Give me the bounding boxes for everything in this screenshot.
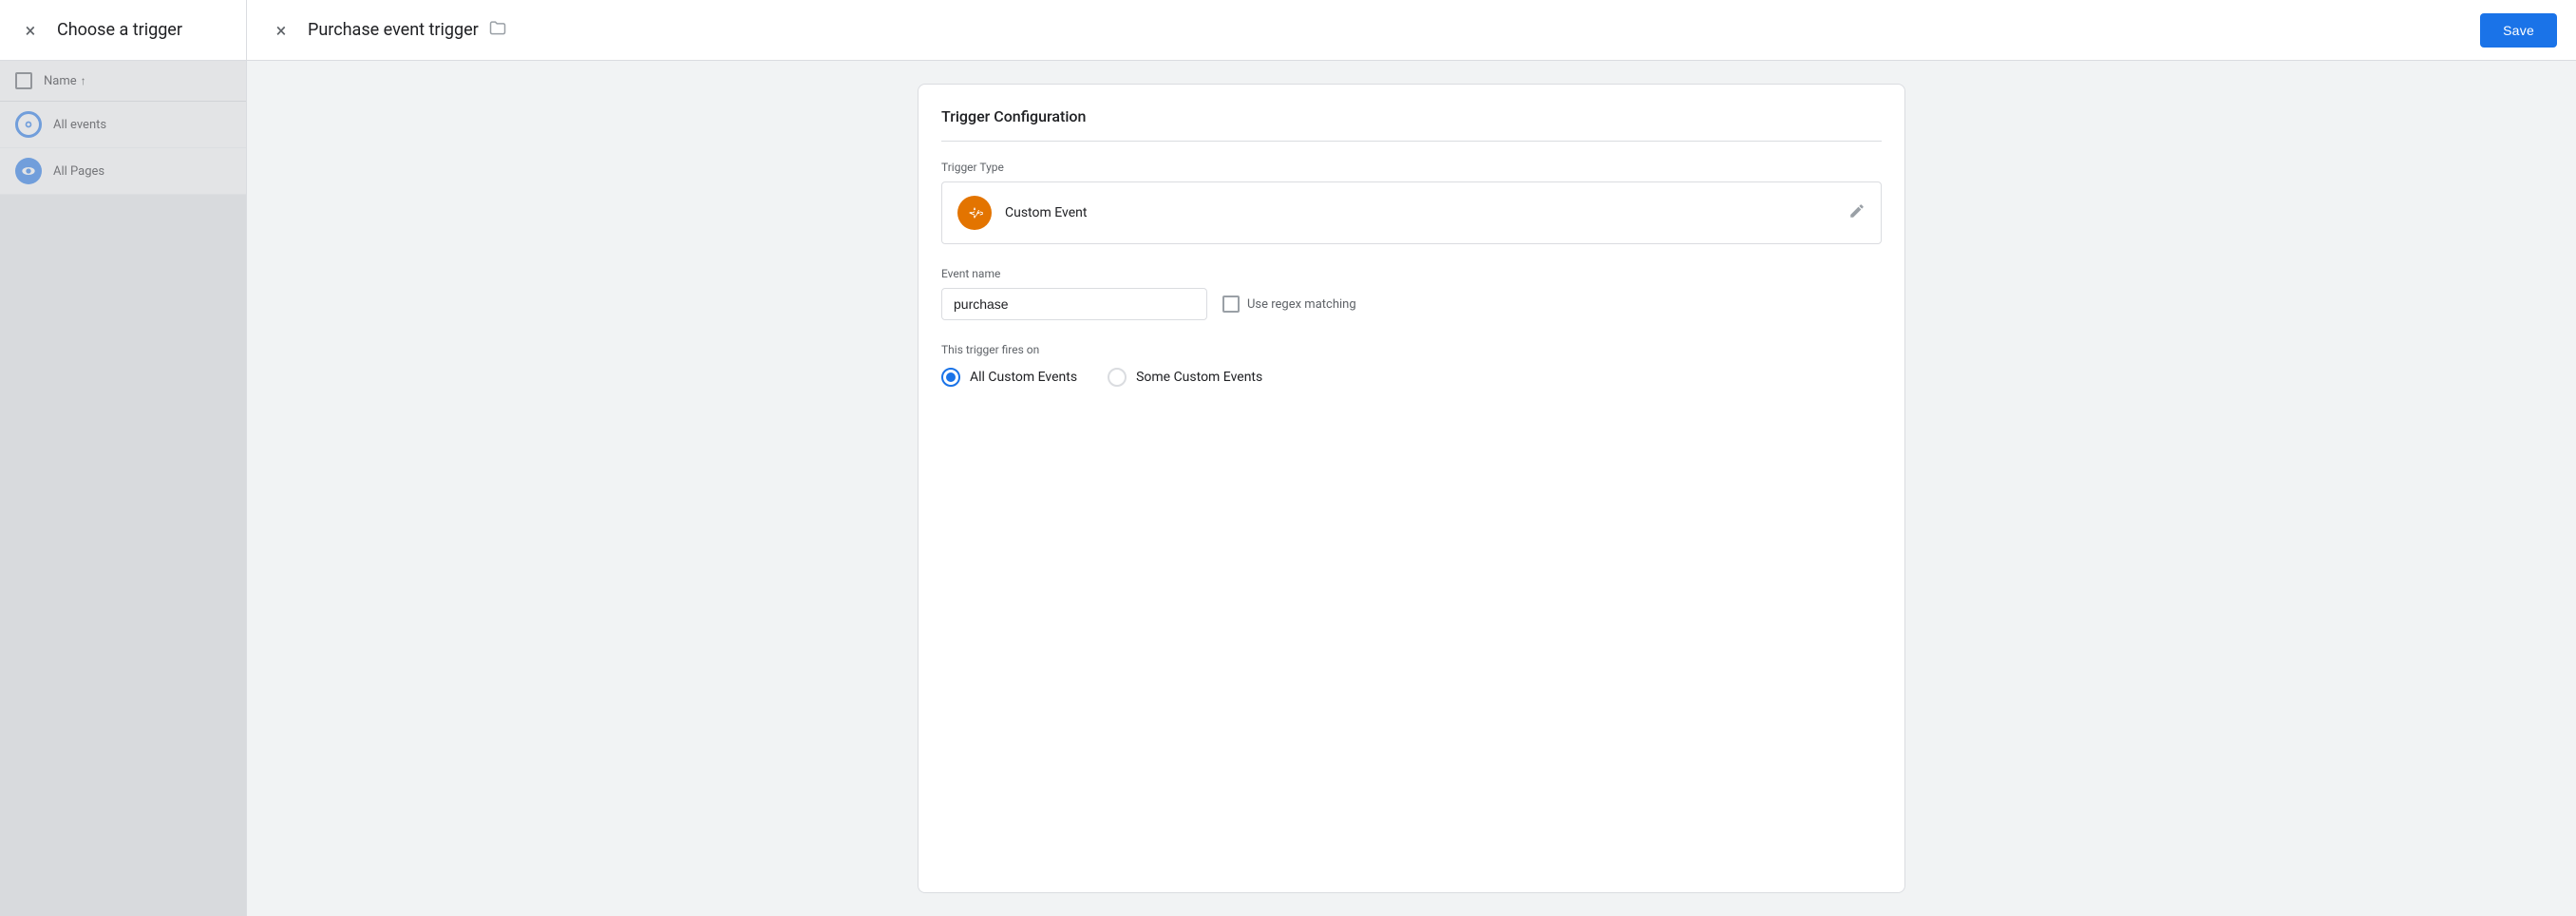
event-name-label: Event name: [941, 267, 1882, 280]
radio-some-outer: [1108, 368, 1127, 387]
left-panel-subheader: Name ↑: [0, 61, 246, 102]
folder-icon[interactable]: [488, 18, 507, 42]
right-panel-content: Trigger Configuration Trigger Type </> C…: [247, 61, 2576, 916]
all-events-icon: [15, 111, 42, 138]
trigger-type-row[interactable]: </> Custom Event: [941, 181, 1882, 244]
left-panel: × Choose a trigger Name ↑ All events: [0, 0, 247, 916]
right-panel-header: × Purchase event trigger Save: [247, 0, 2576, 61]
radio-some-label: Some Custom Events: [1136, 370, 1262, 385]
all-pages-icon: [15, 158, 42, 184]
custom-event-icon: </>: [957, 196, 992, 230]
trigger-type-name: Custom Event: [1005, 205, 1848, 220]
radio-group: All Custom Events Some Custom Events: [941, 368, 1882, 387]
radio-all-label: All Custom Events: [970, 370, 1077, 385]
trigger-list: All events All Pages: [0, 102, 246, 916]
event-name-section: Event name Use regex matching: [941, 267, 1882, 320]
regex-row: Use regex matching: [1222, 296, 1356, 313]
radio-all-custom-events[interactable]: All Custom Events: [941, 368, 1077, 387]
radio-all-outer: [941, 368, 960, 387]
left-panel-close-button[interactable]: ×: [15, 15, 46, 46]
trigger-name-label: Purchase event trigger: [308, 20, 479, 40]
regex-label: Use regex matching: [1247, 297, 1356, 312]
left-panel-title: Choose a trigger: [57, 20, 182, 40]
card-section-title: Trigger Configuration: [941, 107, 1882, 142]
event-name-input[interactable]: [941, 288, 1207, 320]
svg-text:</>: </>: [971, 208, 984, 218]
trigger-item-all-pages-label: All Pages: [53, 164, 104, 179]
regex-checkbox[interactable]: [1222, 296, 1240, 313]
radio-some-custom-events[interactable]: Some Custom Events: [1108, 368, 1262, 387]
sort-arrow-icon: ↑: [81, 74, 86, 87]
trigger-item-all-events[interactable]: All events: [0, 102, 246, 148]
right-panel: × Purchase event trigger Save Trigger Co…: [247, 0, 2576, 916]
save-button[interactable]: Save: [2480, 13, 2557, 48]
right-panel-close-button[interactable]: ×: [266, 15, 296, 46]
sort-label: Name ↑: [44, 74, 86, 88]
fires-on-label: This trigger fires on: [941, 343, 1882, 356]
fires-on-section: This trigger fires on All Custom Events …: [941, 343, 1882, 387]
trigger-item-all-pages[interactable]: All Pages: [0, 148, 246, 195]
event-name-row: Use regex matching: [941, 288, 1882, 320]
trigger-type-label: Trigger Type: [941, 161, 1882, 174]
trigger-card: Trigger Configuration Trigger Type </> C…: [918, 84, 1905, 893]
edit-trigger-type-icon[interactable]: [1848, 202, 1866, 223]
sort-checkbox[interactable]: [15, 72, 32, 89]
radio-all-inner: [946, 372, 956, 382]
left-panel-header: × Choose a trigger: [0, 0, 246, 61]
trigger-item-all-events-label: All events: [53, 118, 106, 132]
right-panel-title-area: Purchase event trigger: [308, 18, 2469, 42]
